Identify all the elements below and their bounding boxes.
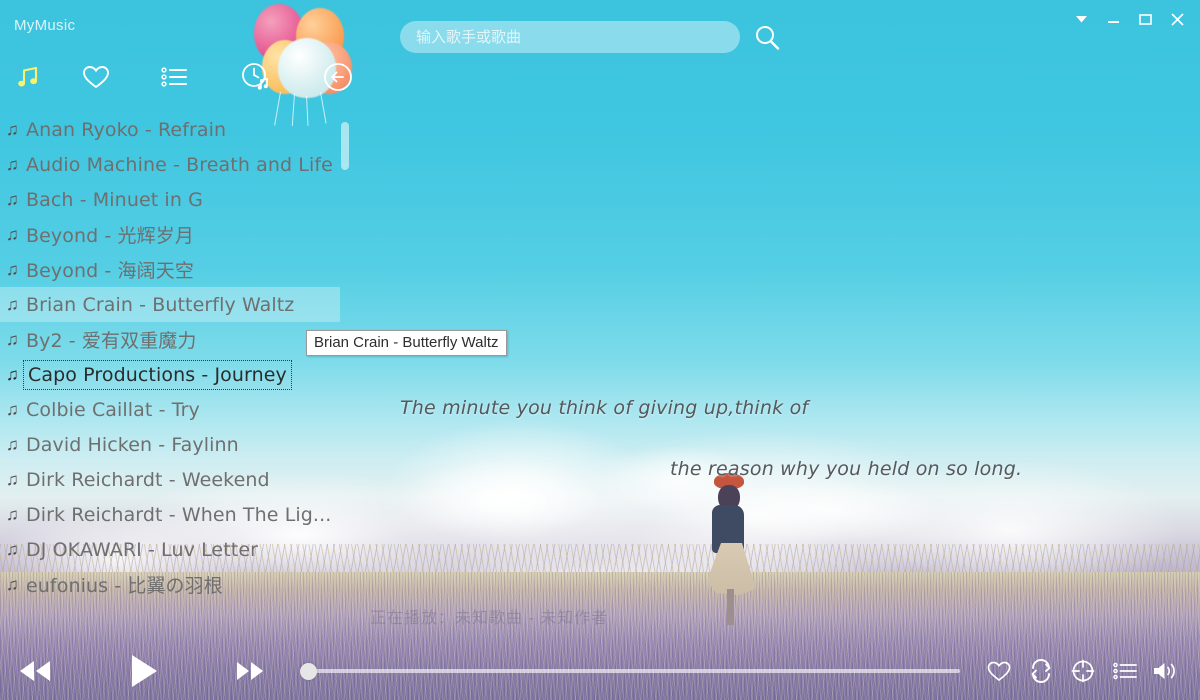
previous-icon — [20, 661, 50, 681]
navigation-bar — [0, 55, 1200, 100]
song-list-item[interactable]: ♫ Dirk Reichardt - When The Lig... — [0, 497, 352, 532]
girl-figure — [700, 473, 770, 628]
song-list-item[interactable]: ♫ Bach - Minuet in G — [0, 182, 352, 217]
music-note-icon: ♫ — [6, 575, 19, 594]
sidebar-item-music[interactable] — [6, 55, 50, 99]
music-note-icon: ♫ — [6, 505, 19, 524]
girl-leg — [727, 589, 734, 625]
song-title: Bach - Minuet in G — [26, 188, 203, 211]
song-title: Capo Productions - Journey — [23, 359, 292, 390]
progress-track[interactable] — [308, 669, 960, 673]
wallpaper-quote-line-1: The minute you think of giving up,think … — [400, 397, 809, 419]
song-list-item[interactable]: ♫ Brian Crain - Butterfly Waltz — [0, 287, 340, 322]
repeat-icon — [1031, 659, 1051, 683]
song-list[interactable]: ♫ Anan Ryoko - Refrain ♫ Audio Machine - Br… — [0, 112, 352, 602]
window-controls — [1066, 6, 1192, 32]
song-title: By2 - 爱有双重魔力 — [26, 330, 197, 352]
cloud-upper — [380, 430, 940, 560]
song-title: Brian Crain - Butterfly Waltz — [26, 293, 295, 316]
volume-button[interactable] — [1148, 654, 1182, 688]
music-note-icon: ♫ — [6, 400, 19, 419]
music-note-icon: ♫ — [6, 330, 19, 349]
heart-icon — [83, 66, 109, 89]
song-list-item[interactable]: ♫ eufonius - 比翼の羽根 — [0, 567, 352, 602]
song-list-item[interactable]: ♫ Beyond - 光辉岁月 — [0, 217, 352, 252]
search-input[interactable] — [400, 21, 740, 53]
progress-knob[interactable] — [300, 663, 317, 680]
sidebar-item-playlist[interactable] — [152, 55, 196, 99]
song-title: Dirk Reichardt - Weekend — [26, 468, 270, 491]
song-title: Beyond - 海阔天空 — [26, 260, 194, 282]
song-list-item[interactable]: ♫ By2 - 爱有双重魔力 — [0, 322, 352, 357]
locate-button[interactable] — [1066, 654, 1100, 688]
heart-icon — [987, 661, 1011, 682]
maximize-icon[interactable] — [1130, 6, 1160, 32]
song-title: DJ OKAWARI - Luv Letter — [26, 538, 259, 561]
app-title: MyMusic — [14, 17, 76, 34]
search-icon — [756, 26, 780, 50]
now-playing-watermark: 正在播放：未知歌曲 - 未知作者 — [370, 610, 609, 627]
song-title: Colbie Caillat - Try — [26, 398, 200, 421]
song-list-item[interactable]: ♫ David Hicken - Faylinn — [0, 427, 352, 462]
song-title: Anan Ryoko - Refrain — [26, 118, 227, 141]
music-note-icon — [18, 66, 38, 87]
music-note-icon: ♫ — [6, 365, 19, 384]
song-list-item[interactable]: ♫ Audio Machine - Breath and Life — [0, 147, 352, 182]
list-scrollbar[interactable] — [340, 122, 350, 592]
music-note-icon: ♫ — [6, 295, 19, 314]
player-control-bar — [0, 642, 1200, 700]
song-title: eufonius - 比翼の羽根 — [26, 575, 223, 597]
chevron-down-icon[interactable] — [1066, 6, 1096, 32]
back-button[interactable] — [316, 55, 360, 99]
scrollbar-thumb[interactable] — [341, 122, 349, 170]
next-button[interactable] — [236, 658, 266, 684]
music-note-icon: ♫ — [6, 260, 19, 279]
locate-icon — [1071, 659, 1095, 683]
wallpaper-quote-line-2: the reason why you held on so long. — [670, 458, 1023, 480]
sidebar-item-history[interactable] — [234, 55, 278, 99]
play-button[interactable] — [126, 652, 162, 690]
favorite-button[interactable] — [982, 654, 1016, 688]
sidebar-item-favorites[interactable] — [74, 55, 118, 99]
music-note-icon: ♫ — [6, 225, 19, 244]
clock-note-icon — [242, 63, 268, 90]
song-list-item[interactable]: ♫ Anan Ryoko - Refrain — [0, 112, 352, 147]
playlist-button[interactable] — [1108, 654, 1142, 688]
minimize-icon[interactable] — [1098, 6, 1128, 32]
play-icon — [132, 655, 157, 687]
music-note-icon: ♫ — [6, 435, 19, 454]
search-area — [400, 20, 784, 54]
song-list-item[interactable]: ♫ Colbie Caillat - Try — [0, 392, 352, 427]
song-tooltip: Brian Crain - Butterfly Waltz — [306, 330, 507, 356]
volume-icon — [1154, 663, 1175, 679]
repeat-button[interactable] — [1024, 654, 1058, 688]
song-list-item[interactable]: ♫ Beyond - 海阔天空 — [0, 252, 352, 287]
search-button[interactable] — [750, 20, 784, 54]
music-note-icon: ♫ — [6, 190, 19, 209]
list-icon — [161, 67, 187, 87]
progress-bar[interactable] — [300, 660, 960, 682]
music-note-icon: ♫ — [6, 120, 19, 139]
music-note-icon: ♫ — [6, 470, 19, 489]
song-list-item[interactable]: ♫ Dirk Reichardt - Weekend — [0, 462, 352, 497]
close-icon[interactable] — [1162, 6, 1192, 32]
song-rows: ♫ Anan Ryoko - Refrain ♫ Audio Machine - Br… — [0, 112, 352, 602]
previous-button[interactable] — [18, 656, 52, 686]
song-title: David Hicken - Faylinn — [26, 433, 239, 456]
music-note-icon: ♫ — [6, 155, 19, 174]
song-list-item[interactable]: ♫ Capo Productions - Journey — [0, 357, 352, 392]
next-icon — [237, 662, 263, 680]
song-title: Beyond - 光辉岁月 — [26, 225, 194, 247]
song-title: Dirk Reichardt - When The Lig... — [26, 503, 332, 526]
song-list-item[interactable]: ♫ DJ OKAWARI - Luv Letter — [0, 532, 352, 567]
song-title: Audio Machine - Breath and Life — [26, 153, 333, 176]
music-note-icon: ♫ — [6, 540, 19, 559]
list-icon — [1113, 662, 1137, 680]
back-arrow-icon — [324, 63, 352, 91]
